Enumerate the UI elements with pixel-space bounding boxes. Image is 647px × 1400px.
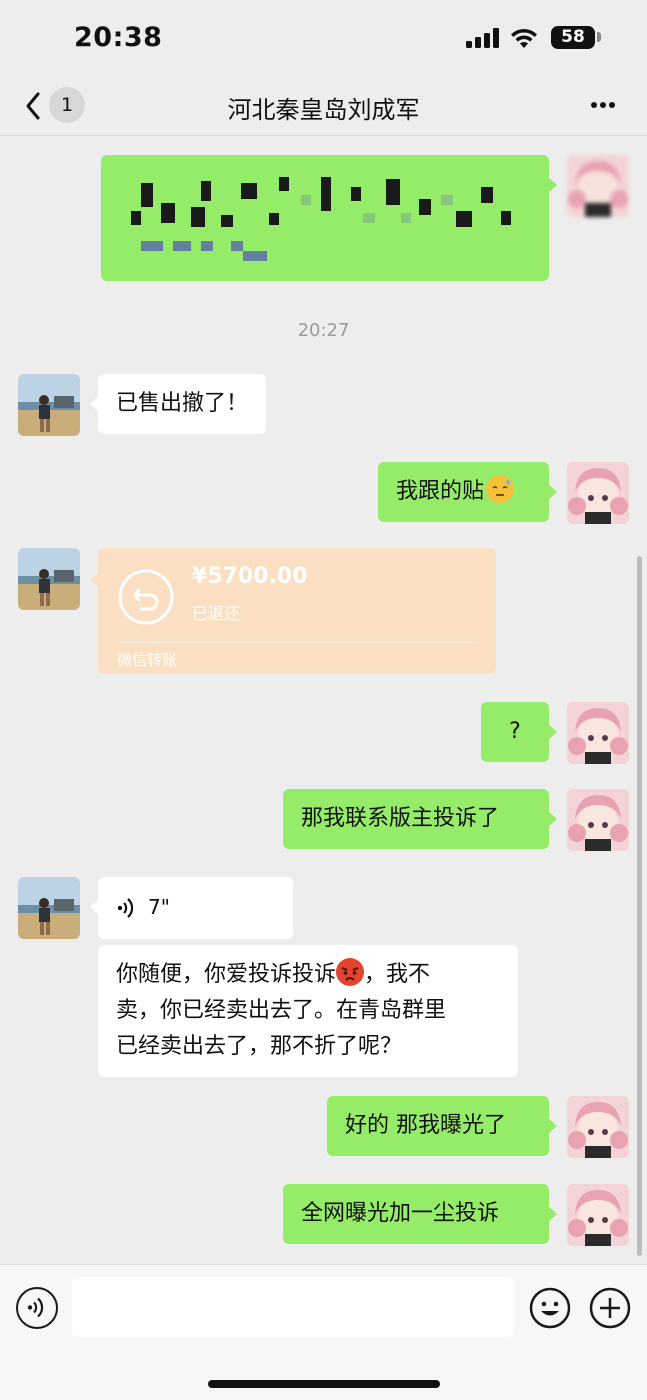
sent-message[interactable]: ?: [481, 702, 557, 762]
transfer-label: 微信转账: [117, 651, 178, 669]
message-line: 已经卖出去了，那不折了呢？: [116, 1034, 403, 1059]
sent-message[interactable]: 好的 那我曝光了: [327, 1096, 557, 1156]
received-message[interactable]: 你随便，你爱投诉投诉 ，我不 卖，你已经卖出去了。在青岛群里 已经卖出去了，那不折…: [98, 945, 518, 1077]
self-avatar[interactable]: [567, 789, 629, 851]
contact-avatar[interactable]: [18, 548, 80, 610]
self-avatar[interactable]: [567, 1184, 629, 1246]
wifi-icon: [511, 28, 537, 48]
pixelated-content: [131, 177, 511, 261]
status-bar: 20:38 58: [0, 0, 647, 76]
received-message[interactable]: 已售出撤了！: [89, 374, 267, 434]
transfer-status: 已退还: [192, 604, 241, 623]
message-text: 那我联系版主投诉了: [301, 806, 500, 831]
refund-icon: [118, 569, 174, 625]
voice-duration: 7": [148, 895, 170, 919]
home-indicator[interactable]: [208, 1380, 440, 1388]
sweat-smile-emoji-icon: [486, 475, 515, 503]
message-text: 我跟的贴: [396, 479, 485, 504]
angry-emoji-icon: [336, 958, 365, 986]
self-avatar[interactable]: [567, 702, 629, 764]
voice-input-icon[interactable]: [16, 1287, 58, 1329]
transfer-card[interactable]: ¥5700.00 已退还 微信转账: [90, 548, 496, 674]
divider: [117, 642, 477, 643]
message-text: 你随便，你爱投诉投诉: [116, 962, 337, 987]
signal-icon: [466, 28, 500, 48]
sent-message[interactable]: 我跟的贴: [378, 462, 557, 522]
contact-avatar[interactable]: [18, 374, 80, 436]
sent-message[interactable]: 那我联系版主投诉了: [283, 789, 557, 849]
message-text: 全网曝光加一尘投诉: [301, 1201, 500, 1226]
chat-header: 1 河北秦皇岛刘成军: [0, 76, 647, 136]
censored-message-bubble[interactable]: [101, 155, 557, 281]
message-text: 已售出撤了！: [116, 391, 249, 416]
plus-icon[interactable]: [589, 1287, 631, 1329]
battery-nub: [597, 32, 601, 42]
transfer-amount: ¥5700.00: [192, 564, 308, 589]
message-text: ，我不: [364, 962, 431, 987]
more-icon[interactable]: [587, 100, 619, 110]
message-line: 卖，你已经卖出去了。在青岛群里: [116, 998, 447, 1023]
self-avatar[interactable]: [567, 462, 629, 524]
contact-avatar[interactable]: [18, 877, 80, 939]
back-icon[interactable]: [20, 86, 50, 126]
message-timestamp: 20:27: [297, 320, 350, 341]
chat-title: 河北秦皇岛刘成军: [227, 96, 420, 124]
chat-scrollbar[interactable]: [637, 556, 642, 1256]
message-text: 好的 那我曝光了: [345, 1113, 506, 1138]
message-line: 你随便，你爱投诉投诉 ，我不: [116, 957, 500, 993]
message-input[interactable]: [72, 1277, 514, 1337]
unread-count-badge[interactable]: 1: [49, 87, 85, 123]
self-avatar[interactable]: [567, 1096, 629, 1158]
emoji-icon[interactable]: [529, 1287, 571, 1329]
battery-icon: 58: [551, 26, 595, 49]
status-time: 20:38: [74, 22, 163, 53]
sent-message[interactable]: 全网曝光加一尘投诉: [283, 1184, 557, 1244]
voice-message[interactable]: 7": [90, 877, 293, 939]
voice-icon: [117, 898, 134, 918]
self-avatar[interactable]: [567, 155, 629, 217]
message-text: ?: [509, 719, 521, 744]
